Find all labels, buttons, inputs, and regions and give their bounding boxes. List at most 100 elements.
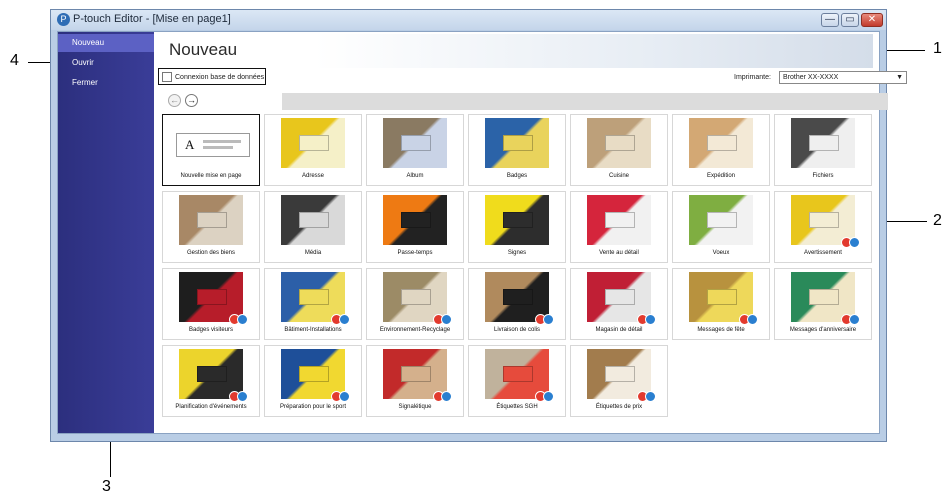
download-icon [237, 391, 248, 402]
minimize-button[interactable]: — [821, 13, 839, 27]
chevron-down-icon: ▼ [896, 74, 903, 81]
template-label: Passe-temps [397, 250, 433, 256]
template-tile[interactable]: Passe-temps [366, 191, 464, 263]
download-icon [849, 237, 860, 248]
download-icon [237, 314, 248, 325]
template-thumbnail [179, 195, 243, 245]
template-label: Vente au détail [599, 250, 639, 256]
template-label: Voeux [712, 250, 730, 256]
template-tile[interactable]: Préparation pour le sport [264, 345, 362, 417]
template-label: Média [304, 250, 322, 256]
template-label: Planification d'événements [175, 404, 247, 410]
download-icon [441, 391, 452, 402]
template-tile[interactable]: Expédition [672, 114, 770, 186]
template-tile[interactable]: Étiquettes de prix [570, 345, 668, 417]
download-icon [543, 391, 554, 402]
template-tile[interactable]: Livraison de colis [468, 268, 566, 340]
window-title: P-touch Editor - [Mise en page1] [73, 13, 231, 25]
template-label: Préparation pour le sport [279, 404, 347, 410]
template-label: Signes [507, 250, 527, 256]
template-tile[interactable]: Signalétique [366, 345, 464, 417]
template-thumbnail [383, 195, 447, 245]
callout-4: 4 [10, 52, 19, 69]
navigation-bar: ← → [162, 92, 888, 110]
template-label: Magasin de détail [595, 327, 643, 333]
download-icon [339, 391, 350, 402]
template-label: Environnement-Recyclage [379, 327, 451, 333]
template-tile[interactable]: Étiquettes SGH [468, 345, 566, 417]
template-label: Album [406, 173, 424, 179]
template-thumbnail [587, 195, 651, 245]
template-label: Fichiers [812, 173, 834, 179]
template-thumbnail [791, 118, 855, 168]
main-panel: Nouveau Connexion base de données Imprim… [154, 32, 907, 433]
forward-arrow-icon[interactable]: → [185, 94, 198, 107]
sidebar-item-ouvrir[interactable]: Ouvrir [58, 54, 154, 72]
template-label: Livraison de colis [493, 327, 541, 333]
template-label: Badges [506, 173, 528, 179]
back-arrow-icon[interactable]: ← [168, 94, 181, 107]
template-tile[interactable]: Bâtiment-Installations [264, 268, 362, 340]
template-label: Bâtiment-Installations [284, 327, 342, 333]
template-tile[interactable]: Badges [468, 114, 566, 186]
template-thumbnail [485, 195, 549, 245]
template-label: Gestion des biens [186, 250, 236, 256]
leader-line-2a [880, 221, 927, 222]
page-title: Nouveau [169, 40, 238, 59]
template-tile[interactable]: Magasin de détail [570, 268, 668, 340]
database-checkbox[interactable]: Connexion base de données [162, 72, 264, 82]
template-tile[interactable]: Badges visiteurs [162, 268, 260, 340]
client-area: Nouveau Ouvrir Fermer Nouveau Connexion … [57, 31, 907, 434]
blank-layout-preview: A [176, 133, 250, 157]
printer-label: Imprimante: [734, 74, 771, 81]
template-tile[interactable]: Voeux [672, 191, 770, 263]
template-tile[interactable]: Environnement-Recyclage [366, 268, 464, 340]
template-tile[interactable]: Signes [468, 191, 566, 263]
callout-3: 3 [102, 478, 111, 495]
download-icon [441, 314, 452, 325]
ptouch-logo-icon: P [57, 13, 70, 26]
download-icon [339, 314, 350, 325]
download-icon [543, 314, 554, 325]
template-label: Étiquettes de prix [595, 404, 643, 410]
template-tile[interactable]: Média [264, 191, 362, 263]
database-checkbox-label: Connexion base de données [175, 73, 265, 81]
download-icon [645, 391, 656, 402]
checkbox-box[interactable] [162, 72, 172, 82]
template-tile[interactable]: Vente au détail [570, 191, 668, 263]
template-thumbnail [689, 118, 753, 168]
template-label: Cuisine [608, 173, 629, 179]
template-label: Messages d'anniversaire [789, 327, 857, 333]
header-banner [314, 34, 873, 68]
template-tile[interactable]: Messages de fête [672, 268, 770, 340]
download-icon [747, 314, 758, 325]
sidebar-item-nouveau[interactable]: Nouveau [58, 34, 154, 52]
template-tile[interactable]: Avertissement [774, 191, 872, 263]
app-window: P P-touch Editor - [Mise en page1] — ▭ ✕… [50, 9, 907, 442]
download-icon [645, 314, 656, 325]
template-label: Avertissement [804, 250, 842, 256]
template-tile[interactable]: Adresse [264, 114, 362, 186]
template-tile[interactable]: Messages d'anniversaire [774, 268, 872, 340]
download-icon [849, 314, 860, 325]
layout-letter: A [185, 137, 195, 152]
sidebar: Nouveau Ouvrir Fermer [58, 32, 154, 433]
template-label: Adresse [301, 173, 324, 179]
template-tile[interactable]: Album [366, 114, 464, 186]
template-thumbnail [689, 195, 753, 245]
printer-dropdown[interactable]: Brother XX-XXXX ▼ [779, 71, 907, 84]
template-label: Badges visiteurs [188, 327, 234, 333]
template-tile[interactable]: Gestion des biens [162, 191, 260, 263]
template-thumbnail [281, 118, 345, 168]
template-tile[interactable]: Planification d'événements [162, 345, 260, 417]
new-layout-label: Nouvelle mise en page [180, 173, 242, 179]
template-label: Messages de fête [697, 327, 745, 333]
template-tile[interactable]: Fichiers [774, 114, 872, 186]
maximize-button[interactable]: ▭ [841, 13, 859, 27]
sidebar-item-fermer[interactable]: Fermer [58, 74, 154, 92]
printer-value: Brother XX-XXXX [783, 74, 839, 81]
template-tile[interactable]: Cuisine [570, 114, 668, 186]
new-layout-tile[interactable]: A Nouvelle mise en page [162, 114, 260, 186]
close-button[interactable]: ✕ [861, 13, 883, 27]
title-bar: P P-touch Editor - [Mise en page1] — ▭ ✕ [51, 10, 886, 30]
